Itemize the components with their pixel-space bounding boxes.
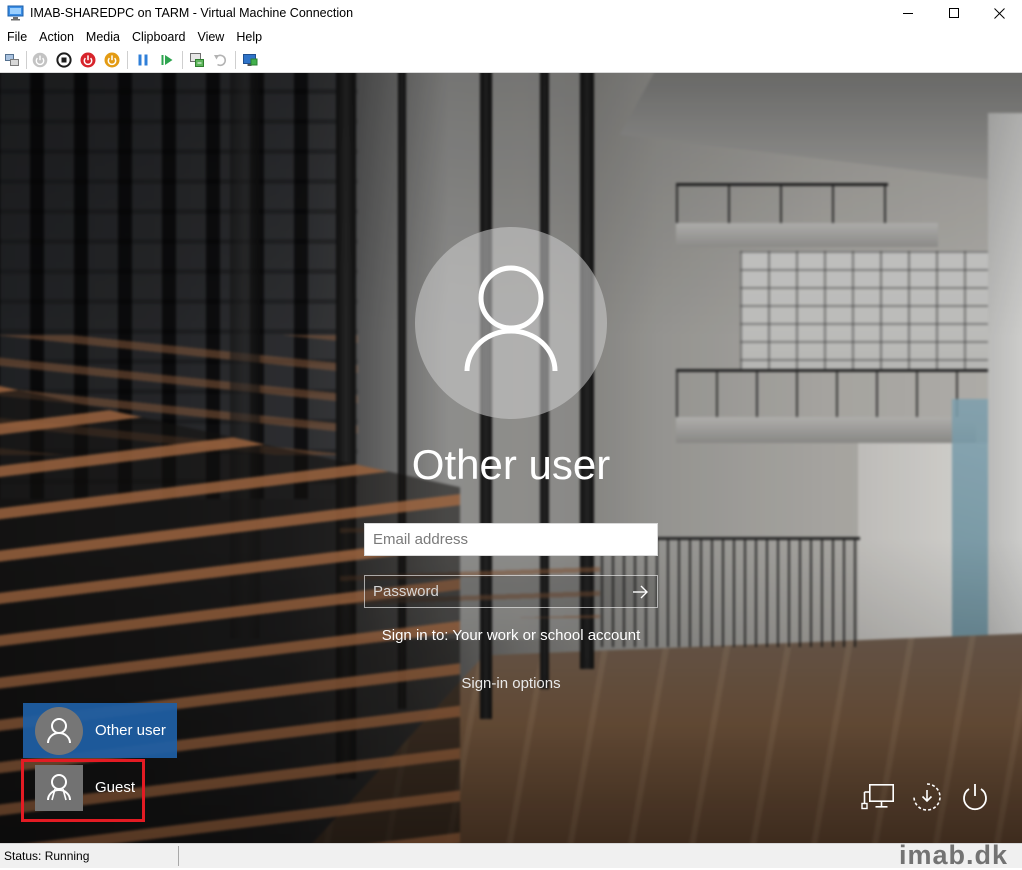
menu-file[interactable]: File — [1, 27, 33, 47]
pause-icon[interactable] — [135, 52, 151, 68]
user-icon — [47, 718, 71, 744]
close-button[interactable] — [977, 0, 1022, 27]
turn-off-icon[interactable] — [56, 52, 72, 68]
password-box — [364, 575, 658, 608]
start-icon[interactable] — [32, 52, 48, 68]
menu-action[interactable]: Action — [33, 27, 80, 47]
menu-bar: File Action Media Clipboard View Help — [0, 27, 1022, 47]
vm-connection-icon[interactable] — [7, 5, 24, 21]
network-icon — [861, 783, 894, 810]
arrow-right-icon — [633, 585, 648, 598]
menu-media[interactable]: Media — [80, 27, 126, 47]
toolbar-separator — [127, 51, 128, 69]
close-icon — [994, 8, 1005, 19]
toolbar-separator — [26, 51, 27, 69]
revert-icon[interactable] — [212, 52, 228, 68]
sign-in-options-row: Sign-in options — [0, 674, 1022, 694]
status-text: Status: Running — [4, 849, 90, 863]
account-name: Other user — [411, 441, 611, 488]
menu-help[interactable]: Help — [230, 27, 268, 47]
password-field[interactable] — [365, 576, 623, 607]
toolbar-separator — [235, 51, 236, 69]
window-title: IMAB-SHAREDPC on TARM - Virtual Machine … — [30, 6, 354, 20]
user-avatar-small — [35, 707, 83, 755]
save-icon[interactable] — [104, 52, 120, 68]
network-button[interactable] — [861, 782, 895, 812]
email-field[interactable] — [364, 523, 658, 556]
sign-in-options-link[interactable]: Sign-in options — [461, 675, 560, 692]
submit-button[interactable] — [623, 576, 657, 607]
maximize-button[interactable] — [931, 0, 977, 27]
reset-icon[interactable] — [159, 52, 175, 68]
checkpoint-icon[interactable] — [189, 52, 205, 68]
user-tile-other-user[interactable]: Other user — [23, 703, 177, 758]
menu-clipboard[interactable]: Clipboard — [126, 27, 192, 47]
ease-of-access-icon — [913, 783, 941, 811]
power-icon — [963, 784, 987, 811]
status-divider — [178, 846, 179, 866]
title-bar[interactable]: IMAB-SHAREDPC on TARM - Virtual Machine … — [0, 0, 1022, 27]
status-bar: Status: Running — [0, 843, 1022, 868]
menu-view[interactable]: View — [191, 27, 230, 47]
enhanced-session-icon[interactable] — [242, 52, 258, 68]
maximize-icon — [949, 8, 959, 18]
watermark: imab.dk — [899, 840, 1009, 870]
ease-of-access-button[interactable] — [911, 781, 943, 813]
toolbar — [0, 47, 1022, 73]
sign-in-target: Sign in to: Your work or school account — [381, 627, 641, 644]
user-icon — [464, 265, 558, 372]
power-button[interactable] — [959, 781, 991, 813]
ctrl-alt-del-icon[interactable] — [4, 52, 20, 68]
minimize-button[interactable] — [885, 0, 931, 27]
toolbar-separator — [182, 51, 183, 69]
user-avatar — [415, 227, 607, 419]
minimize-icon — [903, 13, 913, 14]
user-tile-label: Other user — [95, 722, 166, 739]
vm-display[interactable]: Other user Sign in to: Your work or scho… — [0, 73, 1022, 843]
shut-down-icon[interactable] — [80, 52, 96, 68]
annotation-highlight-box — [21, 759, 145, 822]
